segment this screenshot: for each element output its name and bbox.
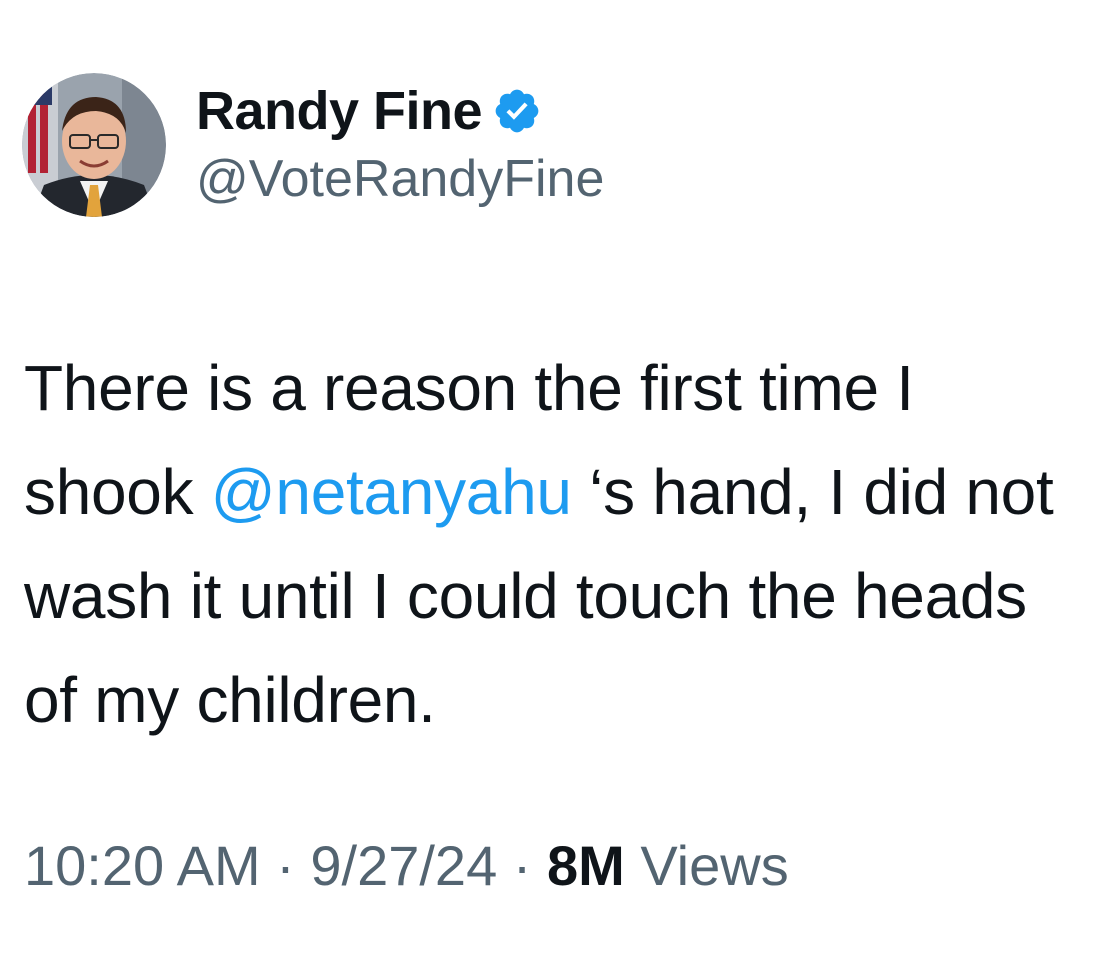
tweet-date[interactable]: 9/27/24 [310,834,497,897]
tweet: Randy Fine @VoteRandyFine There is a rea… [0,0,1100,980]
display-name-row: Randy Fine [196,79,604,143]
tweet-header: Randy Fine @VoteRandyFine [22,70,604,220]
meta-separator: · [497,834,547,897]
meta-separator: · [260,834,311,897]
views-count: 8M [546,834,625,897]
display-name[interactable]: Randy Fine [196,79,483,143]
views-label: Views [624,834,789,897]
avatar-photo-icon [22,73,166,217]
avatar[interactable] [22,73,166,217]
author-names: Randy Fine @VoteRandyFine [196,79,604,211]
tweet-time[interactable]: 10:20 AM [24,834,261,897]
mention-link[interactable]: @netanyahu [211,456,572,528]
tweet-text: There is a reason the first time I shook… [24,336,1094,752]
tweet-meta: 10:20 AM · 9/27/24 · 8M Views [24,830,789,902]
author-handle[interactable]: @VoteRandyFine [196,147,604,211]
verified-badge-icon[interactable] [492,86,542,136]
